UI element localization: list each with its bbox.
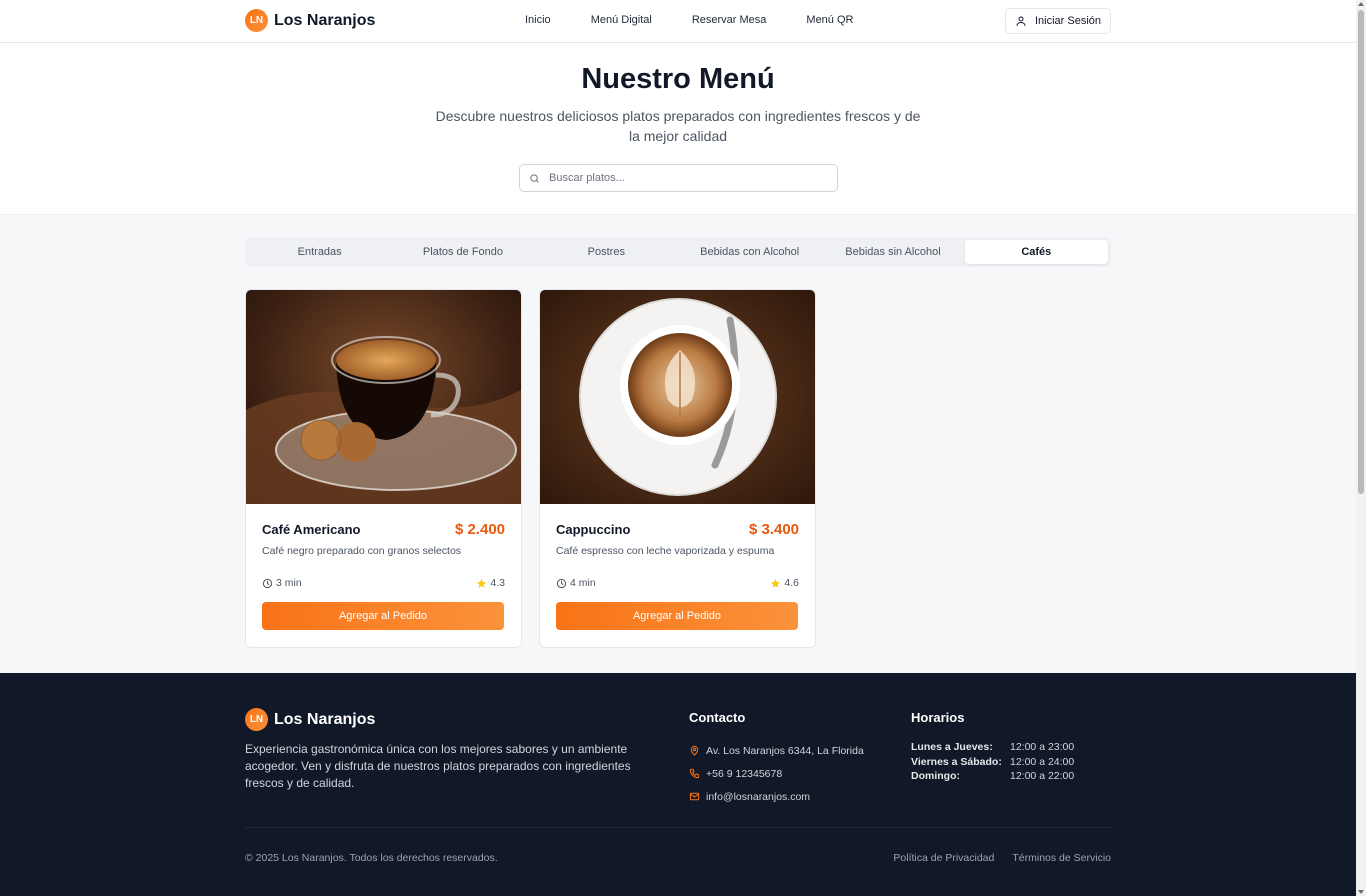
menu-hero: Nuestro Menú Descubre nuestros delicioso… xyxy=(0,43,1356,215)
tab-platos-de-fondo[interactable]: Platos de Fondo xyxy=(391,240,534,264)
category-tabs: Entradas Platos de Fondo Postres Bebidas… xyxy=(245,237,1111,267)
brand-name: Los Naranjos xyxy=(274,11,376,29)
nav-link-reservar-mesa[interactable]: Reservar Mesa xyxy=(692,14,767,26)
item-price: $ 3.400 xyxy=(748,521,799,538)
item-price: $ 2.400 xyxy=(454,521,505,538)
item-name: Cappuccino xyxy=(556,522,631,537)
navbar: LN Los Naranjos Inicio Menú Digital Rese… xyxy=(0,0,1356,43)
espresso-cup-photo xyxy=(246,290,521,504)
item-description: Café espresso con leche vaporizada y esp… xyxy=(556,545,775,557)
tab-bebidas-sin-alcohol[interactable]: Bebidas sin Alcohol xyxy=(821,240,964,264)
hours-day: Viernes a Sábado: xyxy=(911,755,1002,768)
contact-heading: Contacto xyxy=(689,710,746,725)
hours-list: Lunes a Jueves: 12:00 a 23:00 Viernes a … xyxy=(911,740,1074,784)
contact-list: Av. Los Naranjos 6344, La Florida +56 9 … xyxy=(689,739,864,808)
brand-logo-link[interactable]: LN Los Naranjos xyxy=(245,9,375,32)
address-text: Av. Los Naranjos 6344, La Florida xyxy=(706,744,864,757)
contact-address: Av. Los Naranjos 6344, La Florida xyxy=(689,739,864,762)
contact-phone[interactable]: +56 9 12345678 xyxy=(689,762,864,785)
hours-time: 12:00 a 22:00 xyxy=(1010,770,1075,783)
nav-link-menu-digital[interactable]: Menú Digital xyxy=(591,14,652,26)
footer-brand-name: Los Naranjos xyxy=(274,710,376,728)
clock-icon xyxy=(262,578,273,588)
star-icon xyxy=(477,578,487,588)
phone-text: +56 9 12345678 xyxy=(706,767,783,780)
login-label: Iniciar Sesión xyxy=(1034,15,1102,27)
main-nav: Inicio Menú Digital Reservar Mesa Menú Q… xyxy=(525,14,853,26)
page-subtitle: Descubre nuestros deliciosos platos prep… xyxy=(435,108,921,144)
scroll-up-arrow[interactable] xyxy=(1358,2,1364,6)
page-title: Nuestro Menú xyxy=(581,63,775,95)
nav-link-menu-qr[interactable]: Menú QR xyxy=(806,14,853,26)
cappuccino-latte-art-photo xyxy=(540,290,815,504)
footer-links: Política de Privacidad Términos de Servi… xyxy=(892,852,1111,864)
hours-day: Domingo: xyxy=(911,770,960,783)
rating: 4.3 xyxy=(476,577,505,589)
login-button[interactable]: Iniciar Sesión xyxy=(1005,8,1111,34)
email-text: info@losnaranjos.com xyxy=(706,790,811,803)
rating-value: 4.6 xyxy=(784,577,799,589)
add-to-order-button[interactable]: Agregar al Pedido xyxy=(556,602,798,630)
prep-time-value: 4 min xyxy=(570,577,596,589)
phone-icon xyxy=(689,768,700,779)
search-box xyxy=(519,164,838,192)
footer-description: Experiencia gastronómica única con los m… xyxy=(245,742,631,790)
hours-row: Lunes a Jueves: 12:00 a 23:00 xyxy=(911,740,1074,755)
scroll-down-arrow[interactable] xyxy=(1358,890,1364,894)
privacy-policy-link[interactable]: Política de Privacidad xyxy=(893,852,994,864)
hours-row: Domingo: 12:00 a 22:00 xyxy=(911,769,1074,784)
item-description: Café negro preparado con granos selectos xyxy=(262,545,462,557)
tab-bebidas-con-alcohol[interactable]: Bebidas con Alcohol xyxy=(678,240,821,264)
item-meta: 3 min 4.3 xyxy=(262,577,505,589)
page-scrollbar[interactable] xyxy=(1356,0,1366,896)
prep-time-value: 3 min xyxy=(276,577,302,589)
footer-divider xyxy=(245,827,1111,828)
card-body: Café Americano $ 2.400 Café negro prepar… xyxy=(262,521,505,557)
tab-postres[interactable]: Postres xyxy=(535,240,678,264)
tab-entradas[interactable]: Entradas xyxy=(248,240,391,264)
search-icon xyxy=(530,173,539,183)
footer: LN Los Naranjos Experiencia gastronómica… xyxy=(0,673,1356,896)
footer-logo-badge: LN xyxy=(245,708,268,731)
card-body: Cappuccino $ 3.400 Café espresso con lec… xyxy=(556,521,799,557)
footer-brand: LN Los Naranjos xyxy=(245,708,375,731)
star-icon xyxy=(771,578,781,588)
hours-day: Lunes a Jueves: xyxy=(911,741,993,754)
nav-link-inicio[interactable]: Inicio xyxy=(525,14,551,26)
map-pin-icon xyxy=(690,745,699,756)
rating-value: 4.3 xyxy=(490,577,505,589)
user-icon xyxy=(1016,16,1026,26)
prep-time: 4 min xyxy=(556,577,596,589)
mail-icon xyxy=(689,792,700,801)
logo-badge: LN xyxy=(245,9,268,32)
search-input[interactable] xyxy=(549,172,809,184)
rating: 4.6 xyxy=(770,577,799,589)
hours-row: Viernes a Sábado: 12:00 a 24:00 xyxy=(911,755,1074,770)
add-to-order-button[interactable]: Agregar al Pedido xyxy=(262,602,504,630)
hours-time: 12:00 a 24:00 xyxy=(1010,755,1075,768)
scrollbar-thumb[interactable] xyxy=(1358,10,1364,494)
terms-of-service-link[interactable]: Términos de Servicio xyxy=(1012,852,1111,864)
menu-item-card: Cappuccino $ 3.400 Café espresso con lec… xyxy=(539,289,816,648)
tab-cafes[interactable]: Cafés xyxy=(964,240,1108,264)
hours-time: 12:00 a 23:00 xyxy=(1010,741,1075,754)
clock-icon xyxy=(556,578,567,588)
contact-email[interactable]: info@losnaranjos.com xyxy=(689,785,864,808)
copyright: © 2025 Los Naranjos. Todos los derechos … xyxy=(245,852,498,864)
item-name: Café Americano xyxy=(262,522,361,537)
hours-heading: Horarios xyxy=(911,710,965,725)
item-meta: 4 min 4.6 xyxy=(556,577,799,589)
prep-time: 3 min xyxy=(262,577,302,589)
menu-item-card: Café Americano $ 2.400 Café negro prepar… xyxy=(245,289,522,648)
